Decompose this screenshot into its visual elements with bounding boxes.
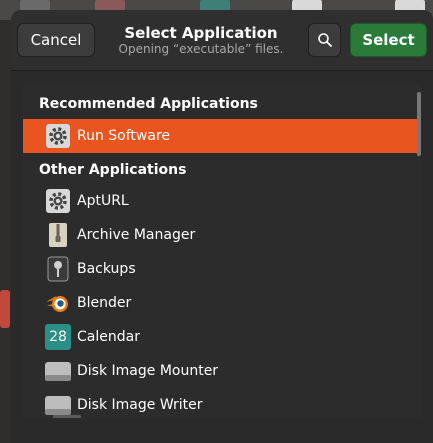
app-row-run-software[interactable]: Run Software <box>23 119 419 153</box>
search-icon <box>317 33 332 47</box>
application-list[interactable]: Recommended Applications Run Software Ot… <box>23 84 421 424</box>
app-label: Calendar <box>77 329 140 345</box>
calendar-day: 28 <box>45 324 71 350</box>
app-label: Disk Image Mounter <box>77 363 219 379</box>
disk-drive-icon <box>44 357 72 385</box>
app-label: Blender <box>77 295 132 311</box>
app-row-backups[interactable]: Backups <box>23 252 419 286</box>
app-row-blender[interactable]: Blender <box>23 286 419 320</box>
search-button[interactable] <box>308 23 341 57</box>
app-label: Run Software <box>77 128 171 144</box>
zip-archive-icon <box>44 221 72 249</box>
blender-icon <box>44 289 72 317</box>
dialog-subtitle: Opening “executable” files. <box>118 42 284 56</box>
dialog-title: Select Application <box>124 24 278 42</box>
desktop-file-icon <box>0 290 10 328</box>
app-label: AptURL <box>77 193 129 209</box>
dialog-bottom-edge <box>11 418 433 443</box>
recommended-section-heading: Recommended Applications <box>39 96 258 112</box>
dialog-title-area: Select Application Opening “executable” … <box>101 24 301 56</box>
app-label: Disk Image Writer <box>77 397 203 413</box>
gear-icon <box>44 122 72 150</box>
dialog-header: Cancel Select Application Opening “execu… <box>11 10 433 71</box>
select-application-dialog: Cancel Select Application Opening “execu… <box>11 10 433 443</box>
app-label: Backups <box>77 261 136 277</box>
app-row-archive-manager[interactable]: Archive Manager <box>23 218 419 252</box>
app-row-disk-image-mounter[interactable]: Disk Image Mounter <box>23 354 419 388</box>
list-scrollbar[interactable] <box>417 92 421 156</box>
other-section-heading: Other Applications <box>39 162 187 178</box>
cancel-button[interactable]: Cancel <box>17 23 95 57</box>
gear-icon <box>44 187 72 215</box>
next-row-cutoff <box>53 415 81 418</box>
select-button[interactable]: Select <box>350 23 427 57</box>
app-row-disk-image-writer[interactable]: Disk Image Writer <box>23 388 419 422</box>
app-label: Archive Manager <box>77 227 196 243</box>
app-row-calendar[interactable]: 28 Calendar <box>23 320 419 354</box>
app-row-apturl[interactable]: AptURL <box>23 184 419 218</box>
safe-icon <box>44 255 72 283</box>
calendar-icon: 28 <box>44 323 72 351</box>
